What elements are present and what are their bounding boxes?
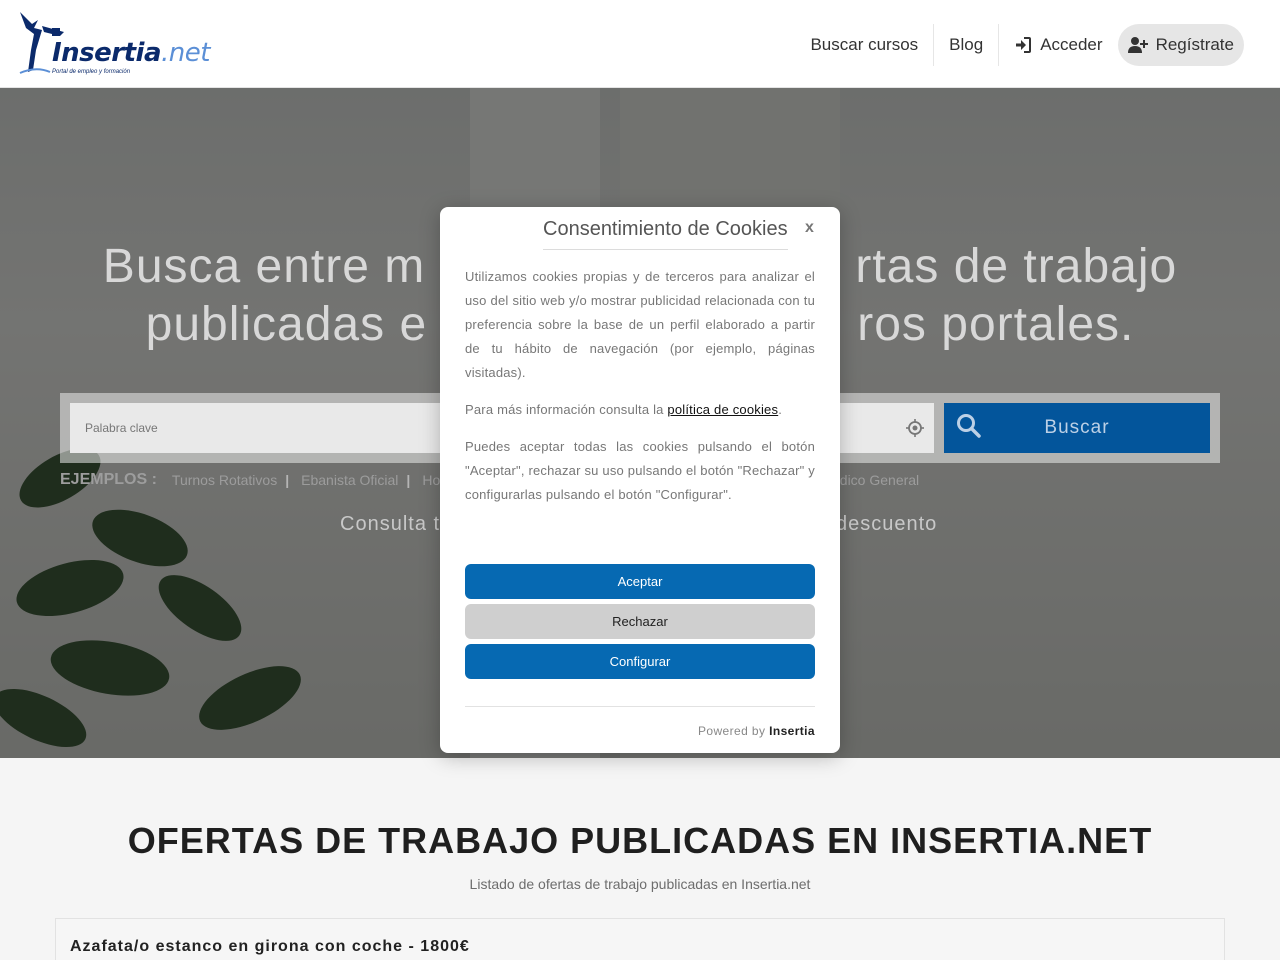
example-link[interactable]: Ho <box>422 472 440 488</box>
configure-button[interactable]: Configurar <box>465 644 815 679</box>
example-link[interactable]: edico General <box>832 472 919 488</box>
search-examples: EJEMPLOS : Turnos Rotativos | Ebanista O… <box>60 470 440 490</box>
geolocation-icon[interactable] <box>906 419 924 437</box>
example-link[interactable]: Ebanista Oficial <box>301 472 398 488</box>
close-button[interactable]: x <box>805 219 814 237</box>
site-header: Insertia.net Portal de empleo y formació… <box>0 0 1280 88</box>
section-title: OFERTAS DE TRABAJO PUBLICADAS EN INSERTI… <box>127 820 1153 861</box>
site-logo[interactable]: Insertia.net Portal de empleo y formació… <box>16 10 210 80</box>
example-link[interactable]: Turnos Rotativos <box>172 472 277 488</box>
modal-divider <box>465 706 815 707</box>
cookie-consent-modal: Consentimiento de Cookies x Utilizamos c… <box>440 207 840 753</box>
cookie-info-text: Utilizamos cookies propias y de terceros… <box>465 269 815 380</box>
job-card[interactable]: Azafata/o estanco en girona con coche - … <box>55 918 1225 960</box>
modal-title: Consentimiento de Cookies <box>543 218 788 250</box>
cookie-policy-text: Para más información consulta la polític… <box>465 402 782 417</box>
cookie-options-text: Puedes aceptar todas las cookies pulsand… <box>465 439 815 502</box>
examples-label: EJEMPLOS : <box>60 471 157 488</box>
nav-buscar-cursos[interactable]: Buscar cursos <box>795 24 933 66</box>
examples-separator: | <box>406 472 411 488</box>
examples-separator: | <box>285 472 290 488</box>
accept-button[interactable]: Aceptar <box>465 564 815 599</box>
search-button[interactable]: Buscar <box>944 403 1210 453</box>
keyword-search-input[interactable] <box>70 403 500 453</box>
reject-button[interactable]: Rechazar <box>465 604 815 639</box>
powered-by: Powered by Insertia <box>698 724 815 738</box>
main-nav: Buscar cursos Blog Acceder Regístrate <box>795 24 1244 66</box>
cookie-policy-link[interactable]: política de cookies <box>667 402 778 417</box>
nav-blog[interactable]: Blog <box>933 24 998 66</box>
modal-body: Utilizamos cookies propias y de terceros… <box>465 265 815 520</box>
logo-wordmark: Insertia.net <box>52 38 210 68</box>
section-subtitle: Listado de ofertas de trabajo publicadas… <box>469 876 811 892</box>
promo-text: descuento <box>836 513 938 535</box>
user-plus-icon <box>1127 37 1148 53</box>
promo-text: Consulta t <box>340 513 441 535</box>
nav-registrate-button[interactable]: Regístrate <box>1117 24 1244 66</box>
sign-in-icon <box>1016 37 1032 53</box>
logo-tagline: Portal de empleo y formación <box>52 69 131 75</box>
search-button-label: Buscar <box>1044 417 1110 438</box>
nav-acceder[interactable]: Acceder <box>998 24 1117 66</box>
nav-acceder-label: Acceder <box>1040 35 1103 54</box>
nav-registrate-label: Regístrate <box>1155 35 1234 54</box>
job-title[interactable]: Azafata/o estanco en girona con coche - … <box>70 938 470 956</box>
location-input[interactable] <box>840 403 934 453</box>
search-icon <box>957 414 981 438</box>
